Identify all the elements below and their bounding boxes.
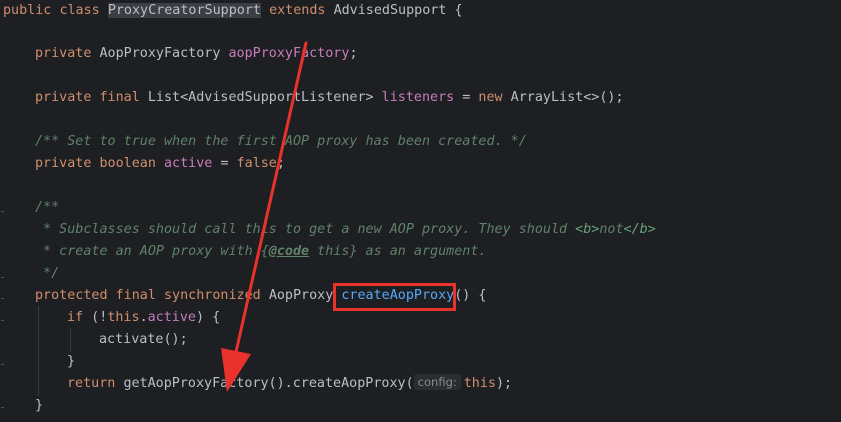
- doc-comment: not: [599, 222, 624, 237]
- operator: =: [220, 156, 229, 171]
- code-editor[interactable]: public class ProxyCreatorSupport extends…: [0, 0, 841, 422]
- doc-comment: * Subclasses should call this to get a n…: [35, 222, 576, 237]
- code-line-comment[interactable]: /**: [35, 197, 59, 219]
- keyword: extends: [269, 3, 326, 18]
- class-name-highlighted[interactable]: ProxyCreatorSupport: [107, 3, 261, 18]
- punctuation: .: [139, 310, 148, 325]
- keyword: private: [35, 156, 92, 171]
- fold-marker[interactable]: [1, 364, 4, 365]
- method-call[interactable]: activate();: [99, 332, 188, 347]
- field-name[interactable]: listeners: [382, 90, 455, 105]
- brace: }: [35, 398, 44, 413]
- doc-comment: as an argument.: [357, 244, 487, 259]
- doc-comment: * create an AOP proxy with: [35, 244, 261, 259]
- keyword: return: [67, 376, 116, 391]
- method-name-create-aop-proxy[interactable]: createAopProxy: [341, 288, 454, 303]
- keyword: final: [99, 90, 140, 105]
- keyword: new: [478, 90, 503, 105]
- doc-comment: {: [260, 244, 269, 259]
- field-name[interactable]: active: [164, 156, 212, 171]
- keyword: boolean: [99, 156, 156, 171]
- type-name[interactable]: List<AdvisedSupportListener>: [148, 90, 374, 105]
- punctuation: (!: [83, 310, 108, 325]
- keyword: false: [236, 156, 277, 171]
- keyword: protected: [35, 288, 108, 303]
- brace: }: [67, 354, 76, 369]
- html-tag: </b>: [623, 222, 656, 237]
- code-line-comment[interactable]: * Subclasses should call this to get a n…: [35, 219, 656, 241]
- keyword: synchronized: [164, 288, 261, 303]
- code-line-closing-brace[interactable]: }: [35, 395, 43, 417]
- doc-comment: this}: [309, 244, 358, 259]
- indent-guide: [38, 306, 39, 396]
- operator: =: [462, 90, 471, 105]
- fold-marker[interactable]: [1, 211, 4, 212]
- code-line-method-signature[interactable]: protected final synchronized AopProxy cr…: [35, 285, 487, 307]
- keyword: private: [35, 46, 92, 61]
- type-name[interactable]: AopProxyFactory: [100, 46, 221, 61]
- code-line-closing-brace[interactable]: }: [67, 351, 75, 373]
- fold-marker[interactable]: [1, 320, 4, 321]
- code-line-field-listeners[interactable]: private final List<AdvisedSupportListene…: [35, 87, 624, 109]
- semicolon: ;: [349, 46, 358, 61]
- keyword: if: [67, 310, 84, 325]
- fold-marker[interactable]: [1, 407, 4, 408]
- field-name[interactable]: active: [148, 310, 196, 325]
- keyword: this: [107, 310, 140, 325]
- keyword: public: [3, 3, 52, 18]
- code-line-return-statement[interactable]: return getAopProxyFactory().createAopPro…: [67, 373, 512, 395]
- code-line-comment[interactable]: * create an AOP proxy with {@code this} …: [35, 241, 486, 263]
- code-line-class-declaration[interactable]: public class ProxyCreatorSupport extends…: [3, 0, 463, 22]
- code-line-comment[interactable]: */: [35, 263, 59, 285]
- indent-guide: [70, 328, 71, 352]
- punctuation: ) {: [196, 310, 221, 325]
- code-line-activate-call[interactable]: activate();: [99, 329, 188, 351]
- superclass-name[interactable]: AdvisedSupport: [334, 3, 447, 18]
- javadoc-code-tag[interactable]: @code: [269, 244, 309, 259]
- html-tag: <b>: [575, 222, 600, 237]
- method-call[interactable]: getAopProxyFactory().createAopProxy(: [123, 376, 413, 391]
- fold-marker[interactable]: [1, 277, 4, 278]
- code-line-field-aop-proxy-factory[interactable]: private AopProxyFactory aopProxyFactory;: [35, 43, 358, 65]
- punctuation: );: [496, 376, 513, 391]
- fold-marker[interactable]: [1, 298, 4, 299]
- doc-comment: /** Set to true when the first AOP proxy…: [35, 134, 527, 149]
- keyword: private: [35, 90, 92, 105]
- constructor-call[interactable]: ArrayList<>();: [511, 90, 624, 105]
- doc-comment: */: [35, 266, 60, 281]
- field-name[interactable]: aopProxyFactory: [229, 46, 350, 61]
- keyword: class: [59, 3, 100, 18]
- doc-comment: /**: [35, 200, 60, 215]
- keyword: this: [463, 376, 496, 391]
- semicolon: ;: [276, 156, 285, 171]
- parameter-hint: config:: [413, 374, 461, 390]
- keyword: final: [115, 288, 156, 303]
- return-type[interactable]: AopProxy: [269, 288, 334, 303]
- code-line-comment[interactable]: /** Set to true when the first AOP proxy…: [35, 131, 527, 153]
- code-line-if-statement[interactable]: if (!this.active) {: [67, 307, 220, 329]
- brace: {: [454, 3, 463, 18]
- code-line-field-active[interactable]: private boolean active = false;: [35, 153, 285, 175]
- method-params: () {: [454, 288, 487, 303]
